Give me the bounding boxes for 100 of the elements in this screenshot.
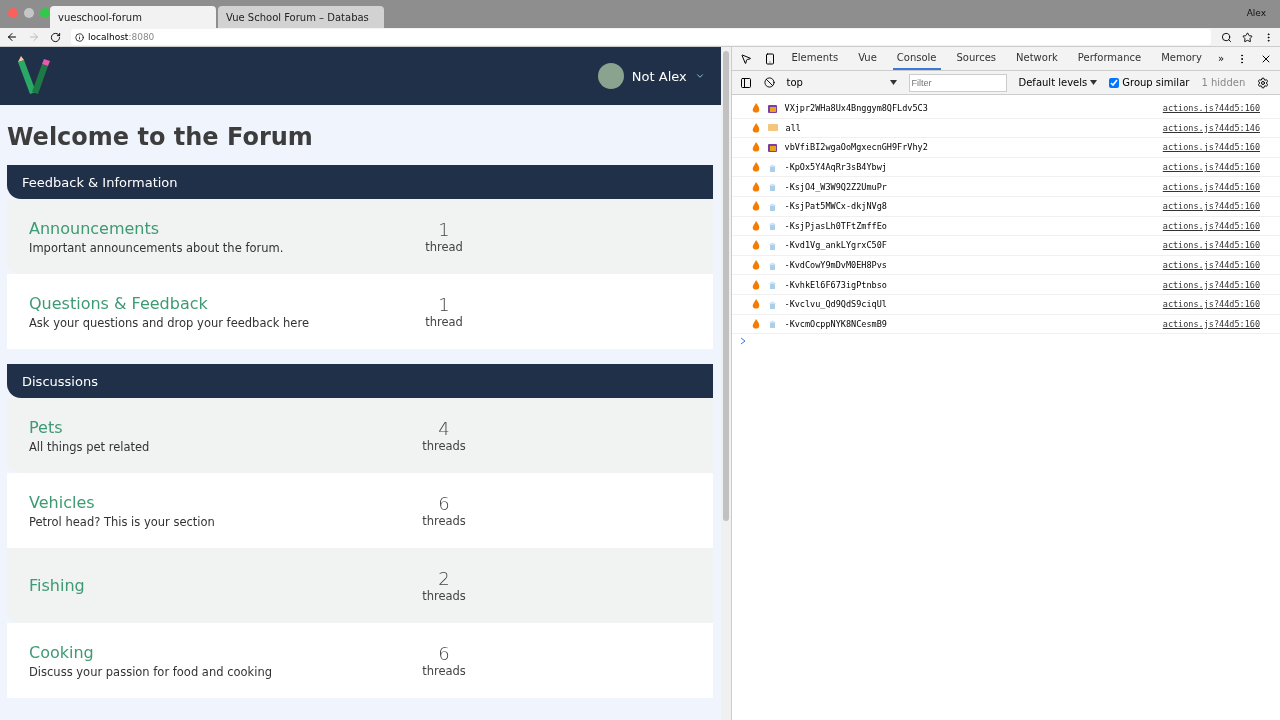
sidebar-icon[interactable]: [739, 76, 752, 89]
source-link[interactable]: actions.js?44d5:160: [1162, 201, 1260, 212]
cupcake-icon: [767, 299, 777, 309]
address-bar[interactable]: localhost:8080: [71, 29, 1211, 45]
thread-label: threads: [422, 664, 466, 678]
flame-icon: [751, 279, 760, 290]
forum-link[interactable]: Questions & Feedback: [29, 293, 389, 313]
log-message: -KsjPjasLh0TFtZmffEo: [784, 220, 887, 231]
flame-icon: [751, 181, 760, 192]
devtools-tab[interactable]: Elements: [787, 47, 843, 70]
source-link[interactable]: actions.js?44d5:160: [1162, 220, 1260, 231]
log-message: -KsjPat5MWCx-dkjNVg8: [784, 201, 887, 212]
search-icon[interactable]: [1221, 31, 1232, 43]
devtools-tab[interactable]: Performance: [1073, 47, 1146, 70]
flame-icon: [751, 318, 760, 329]
forum-description: All things pet related: [29, 439, 151, 454]
forum-description: Discuss your passion for food and cooking: [29, 664, 273, 679]
caret-icon: [889, 80, 897, 85]
thread-count: 2: [438, 568, 450, 589]
flame-icon: [751, 142, 760, 153]
prompt-icon[interactable]: [739, 337, 746, 346]
cupcake-icon: [767, 319, 777, 329]
log-message: -KsjO4_W3W9Q2Z2UmuPr: [784, 181, 887, 192]
reload-icon[interactable]: [50, 31, 61, 43]
source-link[interactable]: actions.js?44d5:160: [1162, 103, 1260, 114]
avatar[interactable]: [597, 63, 624, 89]
cupcake-icon: [767, 221, 777, 231]
forum-description: Petrol head? This is your section: [29, 514, 216, 529]
flame-icon: [751, 103, 760, 114]
log-message: all: [785, 122, 801, 133]
cupcake-icon: [767, 260, 777, 270]
user-name[interactable]: Not Alex: [631, 68, 687, 84]
star-icon[interactable]: [1242, 31, 1253, 43]
folder-icon: [767, 143, 777, 152]
settings-icon[interactable]: [1257, 76, 1270, 89]
log-message: -KvcmOcppNYK8NCesmB9: [784, 318, 887, 329]
flame-icon: [751, 122, 760, 133]
clear-icon[interactable]: [763, 77, 775, 88]
thread-count: 6: [438, 643, 450, 664]
thread-label: threads: [422, 514, 466, 528]
tag-icon: [767, 124, 778, 132]
logo[interactable]: [16, 56, 52, 96]
devtools-tab[interactable]: Memory: [1157, 47, 1206, 70]
browser-tab[interactable]: vueschool-forum: [50, 6, 216, 28]
page-title: Welcome to the Forum: [6, 122, 314, 153]
devtools-tab[interactable]: Sources: [952, 47, 1001, 70]
log-message: vbVfiBI2wgaOoMgxecnGH9FrVhy2: [784, 142, 928, 153]
group-checkbox[interactable]: [1109, 77, 1120, 88]
log-message: VXjpr2WHa8Ux4Bnggym8QFLdv5C3: [784, 103, 928, 114]
thread-label: thread: [425, 240, 463, 254]
cupcake-icon: [767, 280, 777, 290]
thread-label: threads: [422, 439, 466, 453]
source-link[interactable]: actions.js?44d5:160: [1162, 162, 1260, 173]
levels-dropdown[interactable]: Default levels: [1018, 77, 1098, 88]
source-link[interactable]: actions.js?44d5:160: [1162, 142, 1260, 153]
devtools-tab[interactable]: Vue: [854, 47, 881, 70]
thread-count: 4: [438, 418, 450, 439]
flame-icon: [751, 299, 760, 310]
cupcake-icon: [767, 240, 777, 250]
flame-icon: [751, 260, 760, 271]
profile-name[interactable]: Alex: [1246, 8, 1266, 18]
filter-field[interactable]: Filter: [908, 73, 1007, 92]
log-message: -KvdCowY9mDvM0EH8Pvs: [784, 260, 887, 271]
flame-icon: [751, 201, 760, 212]
hidden-count: 1 hidden: [1201, 77, 1246, 88]
source-link[interactable]: actions.js?44d5:160: [1162, 181, 1260, 192]
source-link[interactable]: actions.js?44d5:160: [1162, 318, 1260, 329]
forum-link[interactable]: Cooking: [29, 642, 389, 662]
scrollbar-thumb[interactable]: [722, 51, 729, 521]
caret-icon: [1090, 80, 1098, 85]
context-select[interactable]: top: [786, 77, 897, 88]
thread-label: thread: [425, 315, 463, 329]
forum-link[interactable]: Vehicles: [29, 492, 389, 512]
forum-description: Ask your questions and drop your feedback here: [29, 315, 310, 330]
log-message: -KpOx5Y4AqRr3sB4Ybwj: [784, 162, 887, 173]
inspect-icon[interactable]: [739, 52, 752, 65]
browser-tab[interactable]: Vue School Forum – Databas: [218, 6, 384, 28]
source-link[interactable]: actions.js?44d5:160: [1162, 260, 1260, 271]
folder-icon: [767, 103, 777, 113]
cupcake-icon: [767, 182, 777, 192]
category-header: Discussions: [7, 364, 713, 398]
chevron-icon[interactable]: [694, 71, 705, 81]
back-icon[interactable]: [6, 31, 18, 43]
checkbox-label: Group similar: [1122, 77, 1190, 88]
cupcake-icon: [767, 162, 777, 172]
flame-icon: [751, 240, 760, 251]
thread-count: 1: [438, 294, 450, 315]
source-link[interactable]: actions.js?44d5:146: [1162, 122, 1260, 133]
source-link[interactable]: actions.js?44d5:160: [1162, 299, 1260, 310]
category-header: Feedback & Information: [7, 165, 713, 199]
source-link[interactable]: actions.js?44d5:160: [1162, 279, 1260, 290]
thread-count: 1: [438, 219, 450, 240]
source-link[interactable]: actions.js?44d5:160: [1162, 240, 1260, 251]
thread-count: 6: [438, 493, 450, 514]
flame-icon: [751, 162, 760, 173]
device-icon[interactable]: [763, 52, 776, 65]
log-message: -Kvd1Vg_ankLYgrxC50F: [784, 240, 887, 251]
more-tabs[interactable]: »: [1217, 53, 1224, 64]
devtools-tab[interactable]: Network: [1012, 47, 1062, 70]
thread-label: threads: [422, 589, 466, 603]
